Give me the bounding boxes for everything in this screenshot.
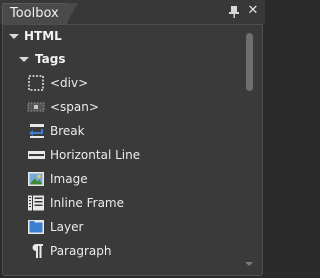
toolbox-item-horizontal-line[interactable]: Horizontal Line <box>27 144 237 166</box>
horizontal-line-icon <box>28 151 45 159</box>
item-label: Inline Frame <box>50 196 125 210</box>
toolbox-item-break[interactable]: Break <box>27 120 237 142</box>
item-label: Horizontal Line <box>50 148 141 162</box>
caret-down-icon <box>9 34 19 39</box>
close-icon[interactable]: ✕ <box>246 4 260 18</box>
scroll-down-arrow-icon[interactable] <box>245 262 253 266</box>
scrollbar-thumb[interactable] <box>246 33 253 91</box>
toolbox-item-paragraph[interactable]: Paragraph <box>27 240 237 262</box>
toolbox-item-layer[interactable]: Layer <box>27 216 237 238</box>
group-html[interactable]: HTML <box>3 25 243 47</box>
toolbox-item-inline-frame[interactable]: Inline Frame <box>27 192 237 214</box>
span-icon <box>27 102 45 112</box>
toolbox-title-tab[interactable]: Toolbox <box>2 3 78 24</box>
item-label: Paragraph <box>50 244 112 258</box>
item-label: Break <box>50 124 85 138</box>
paragraph-icon <box>32 244 43 258</box>
group-label: Tags <box>35 52 66 66</box>
inline-frame-icon <box>28 195 44 211</box>
image-icon <box>28 172 44 186</box>
pin-icon[interactable] <box>228 5 240 19</box>
item-label: Layer <box>50 220 84 234</box>
div-icon <box>28 75 44 91</box>
toolbox-item-span[interactable]: <span> <box>27 96 237 118</box>
item-label: Image <box>50 172 88 186</box>
break-icon <box>29 124 44 138</box>
layer-icon <box>28 220 44 234</box>
group-label: HTML <box>24 29 62 43</box>
group-tags[interactable]: Tags <box>3 48 243 70</box>
caret-down-icon <box>19 57 29 62</box>
toolbox-titlebar: Toolbox ✕ <box>0 0 265 24</box>
toolbox-panel: HTML Tags <div> <span> Break Horizontal … <box>2 24 263 276</box>
toolbox-item-image[interactable]: Image <box>27 168 237 190</box>
item-label: <span> <box>50 100 99 114</box>
toolbox-item-div[interactable]: <div> <box>27 72 237 94</box>
panel-title: Toolbox <box>10 6 59 21</box>
item-label: <div> <box>50 76 89 90</box>
